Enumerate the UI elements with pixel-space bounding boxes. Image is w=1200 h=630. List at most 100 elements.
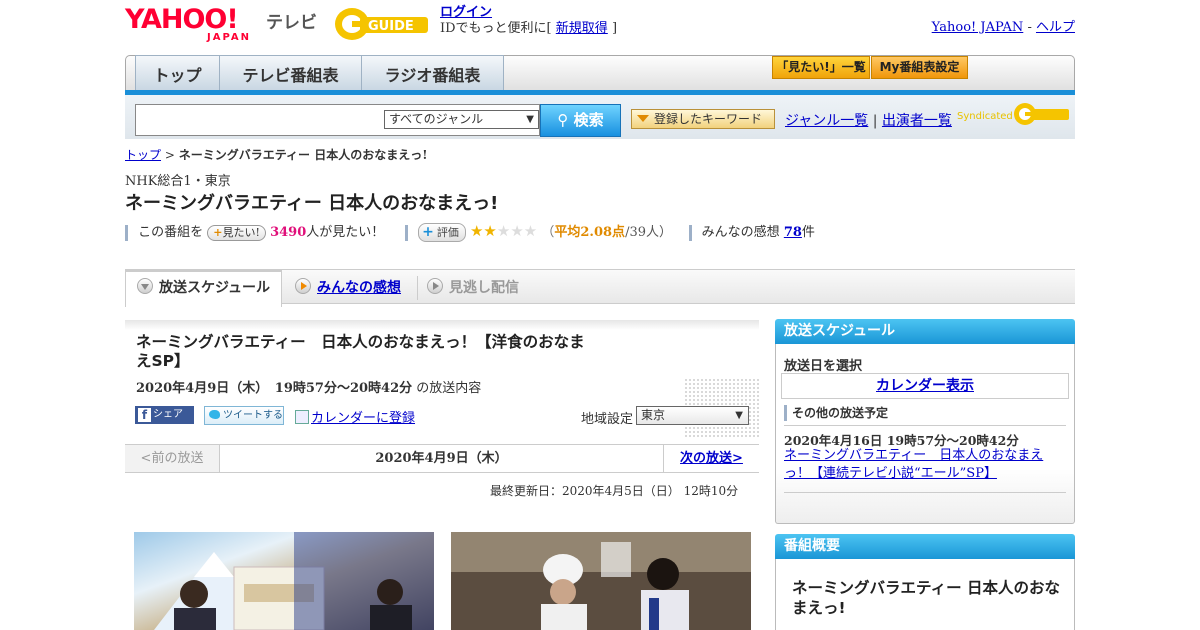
studio-scene-image: [154, 532, 434, 630]
registered-keyword-button[interactable]: 登録したキーワード: [631, 109, 775, 129]
next-broadcast-link[interactable]: 次の放送>: [680, 451, 743, 466]
episode-title: ネーミングバラエティー 日本人のおなまえっ！【洋食のおなまえSP】: [136, 333, 585, 370]
tab-reviews-label[interactable]: みんなの感想: [317, 280, 401, 296]
dropdown-arrow-icon: ▼: [526, 114, 534, 125]
calendar-register: カレンダーに登録: [295, 407, 415, 426]
tab-reviews[interactable]: みんなの感想: [295, 277, 401, 297]
stats-divider: [688, 224, 692, 241]
genre-list-link[interactable]: ジャンル一覧: [785, 113, 868, 129]
mitai-suffix: 人が見たい！: [306, 225, 385, 240]
syndicated-gguide-logo: Syndicated: [957, 102, 1069, 128]
nav-tab-tv-schedule[interactable]: テレビ番組表: [219, 55, 362, 90]
stats-divider: [404, 224, 408, 241]
tv-logo-label[interactable]: テレビ: [266, 8, 317, 33]
rating-stars: ★★★★★: [469, 222, 541, 240]
search-links: ジャンル一覧 | 出演者一覧: [785, 110, 952, 130]
tab-schedule[interactable]: 放送スケジュール: [137, 277, 270, 297]
episode-image-studio: [134, 532, 434, 630]
facebook-share-label: シェア: [153, 409, 183, 420]
svg-text:GUIDE: GUIDE: [368, 19, 414, 34]
facebook-icon: f: [138, 408, 151, 422]
breadcrumb-current: ネーミングバラエティー 日本人のおなまえっ!: [178, 148, 428, 162]
japan-logo-text: JAPAN: [207, 32, 251, 43]
registered-keyword-label: 登録したキーワード: [654, 112, 763, 126]
play-arrow-icon: [295, 278, 311, 294]
kanso-suffix: 件: [801, 225, 815, 240]
register-link[interactable]: 新規取得: [556, 21, 608, 36]
episode-image-kitchen: [451, 532, 751, 630]
login-link[interactable]: ログイン: [440, 5, 492, 20]
mitai-button[interactable]: +見たい!: [207, 224, 266, 241]
episode-panel-top: [125, 320, 759, 330]
other-schedule-link[interactable]: ネーミングバラエティー 日本人のおなまえっ！【連続テレビ小説“エール”SP】: [784, 448, 1043, 481]
last-updated: 最終更新日：2020年4月5日（日） 12時10分: [490, 484, 739, 498]
twitter-bird-icon: [209, 410, 220, 419]
nav-tab-top[interactable]: トップ: [135, 55, 220, 90]
performer-list-link[interactable]: 出演者一覧: [882, 113, 952, 129]
help-link[interactable]: ヘルプ: [1036, 20, 1075, 35]
chevron-down-icon: [137, 278, 153, 294]
gguide-logo-icon: GUIDE: [335, 8, 428, 40]
other-schedule-item: ネーミングバラエティー 日本人のおなまえっ！【連続テレビ小説“エール”SP】: [784, 447, 1059, 483]
episode-date: 2020年4月9日（木） 19時57分～20時42分: [136, 381, 413, 396]
tweet-label: ツイートする: [223, 410, 283, 421]
calendar-show-link[interactable]: カレンダー表示: [876, 378, 974, 394]
gguide-logo[interactable]: GUIDE: [334, 6, 434, 42]
calendar-show-box: カレンダー表示: [781, 373, 1069, 399]
star-filled-icon: ★: [469, 222, 484, 240]
mitai-list-button[interactable]: 「見たい!」一覧: [772, 56, 870, 79]
star-empty-icon: ★: [510, 222, 524, 240]
nav-tab-radio-schedule[interactable]: ラジオ番組表: [361, 55, 504, 90]
prev-broadcast: <前の放送: [125, 445, 220, 472]
breadcrumb: トップ > ネーミングバラエティー 日本人のおなまえっ!: [125, 146, 427, 163]
kitchen-scene-image: [451, 532, 751, 630]
page-title: ネーミングバラエティー 日本人のおなまえっ!: [125, 193, 499, 214]
top-right-links: Yahoo! JAPAN - ヘルプ: [932, 16, 1075, 35]
divider: [784, 492, 1066, 493]
link-divider: |: [872, 113, 878, 129]
calendar-register-link[interactable]: カレンダーに登録: [311, 411, 415, 426]
star-filled-icon: ★: [483, 222, 497, 240]
triangle-down-icon: [637, 115, 649, 122]
rate-button[interactable]: + 評価: [418, 223, 466, 242]
breadcrumb-top-link[interactable]: トップ: [125, 148, 161, 162]
tab-streaming-label: 見逃し配信: [449, 280, 519, 296]
syndicated-text: Syndicated: [957, 111, 1013, 122]
mitai-prefix: この番組を: [138, 225, 204, 240]
rating-average: 平均2.08点: [554, 225, 626, 240]
yahoo-japan-link[interactable]: Yahoo! JAPAN: [932, 20, 1024, 35]
star-empty-icon: ★: [523, 222, 538, 240]
other-schedule-heading: その他の放送予定: [784, 405, 888, 421]
kanso-count-link[interactable]: 78: [784, 225, 802, 240]
divider: [784, 425, 1066, 426]
dropdown-arrow-icon: ▼: [735, 410, 743, 421]
select-date-label: 放送日を選択: [784, 359, 863, 374]
yahoo-japan-logo[interactable]: YAHOO! JAPAN: [125, 4, 261, 44]
program-stats: この番組を +見たい! 3490人が見たい！ + 評価 ★★★★★ （平均2.08…: [125, 222, 815, 242]
mitai-badge-label: 見たい!: [222, 225, 260, 239]
region-selected-value: 東京: [641, 408, 666, 422]
channel-label: NHK総合1・東京: [125, 174, 231, 189]
episode-date-suffix: の放送内容: [416, 381, 482, 396]
region-select[interactable]: 東京 ▼: [636, 406, 749, 425]
genre-select[interactable]: すべてのジャンル ▼: [384, 110, 539, 129]
tweet-button[interactable]: ツイートする: [204, 406, 284, 425]
rate-button-label: 評価: [436, 226, 459, 239]
search-button[interactable]: ⚲ 検索: [540, 104, 621, 137]
tab-streaming[interactable]: 見逃し配信: [427, 277, 519, 297]
breadcrumb-sep: >: [164, 148, 175, 162]
plus-icon: +: [422, 224, 434, 240]
summary-title: ネーミングバラエティー 日本人のおなまえっ!: [792, 579, 1060, 617]
search-button-label: 検索: [573, 111, 604, 129]
genre-selected-value: すべてのジャンル: [389, 112, 484, 126]
next-broadcast-cell: 次の放送>: [663, 445, 759, 472]
facebook-share-button[interactable]: f シェア: [135, 406, 194, 424]
my-bangumi-button[interactable]: My番組表設定: [871, 56, 968, 79]
tab-schedule-label: 放送スケジュール: [159, 280, 271, 296]
rating-count: /39人）: [625, 225, 672, 240]
rating-open: （: [541, 225, 555, 240]
yahoo-logo-text: YAHOO!: [125, 4, 239, 35]
region-label: 地域設定: [581, 412, 634, 427]
kanso-prefix: みんなの感想: [701, 225, 780, 240]
pager-current-date: 2020年4月9日（木）: [375, 451, 508, 466]
